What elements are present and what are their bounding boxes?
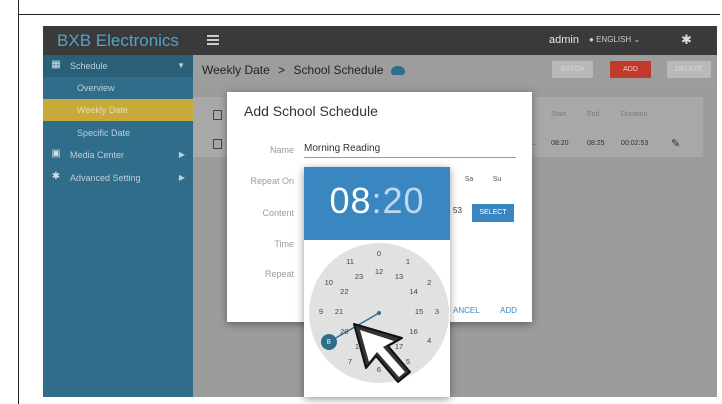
frame-edge-left (0, 0, 19, 404)
row-checkbox[interactable] (213, 139, 222, 149)
time-label: Time (274, 239, 294, 249)
clock-number-inner[interactable]: 20 (336, 327, 352, 339)
select-button[interactable]: SELECT (472, 204, 514, 222)
sidebar-item-schedule[interactable]: ▦ Schedule ▼ (43, 55, 193, 77)
batch-button[interactable]: BATCH (552, 61, 593, 78)
sidebar-item-label: Media Center (70, 150, 125, 160)
chevron-right-icon: ▶ (178, 173, 185, 182)
sidebar-item-specific-date[interactable]: Specific Date (43, 122, 193, 144)
breadcrumb-parent[interactable]: Weekly Date (202, 63, 270, 77)
content-value: 53 (453, 206, 462, 215)
clock-number-outer[interactable]: 2 (421, 278, 437, 290)
sidebar-item-label: Weekly Date (77, 105, 128, 115)
clock-number-inner[interactable]: 22 (336, 287, 352, 299)
clock-number-outer[interactable]: 8 (320, 334, 337, 350)
sidebar-item-label: Schedule (70, 61, 108, 71)
repeat-on-label: Repeat On (250, 176, 294, 186)
menu-icon[interactable] (207, 35, 219, 45)
top-bar: admin ● ENGLISH ⌄ ✱ (193, 26, 717, 55)
frame-edge-top (18, 14, 720, 15)
clock-number-inner[interactable]: 12 (371, 267, 387, 279)
brand-logo: BXB Electronics (43, 26, 193, 55)
clock-number-inner[interactable]: 14 (406, 287, 422, 299)
chevron-down-icon: ⌄ (633, 35, 641, 44)
sidebar-item-media-center[interactable]: ▣ Media Center ▶ (43, 144, 193, 166)
cell-ellipsis: .. (532, 140, 536, 147)
sidebar-item-overview[interactable]: Overview (43, 77, 193, 99)
edit-pencil-icon[interactable]: ✎ (671, 137, 680, 150)
clock-number-outer[interactable]: 11 (342, 257, 358, 269)
breadcrumb-bar: Weekly Date > School Schedule BATCH ADD … (193, 55, 717, 85)
language-selector[interactable]: ● ENGLISH ⌄ (589, 35, 640, 44)
clock-number-outer[interactable]: 9 (313, 307, 329, 319)
time-picker-header: 08:20 (304, 167, 450, 240)
clock-number-outer[interactable]: 1 (400, 257, 416, 269)
sidebar-item-label: Specific Date (77, 128, 131, 138)
time-separator: : (371, 180, 383, 221)
sidebar-item-label: Overview (77, 83, 115, 93)
repeat-label: Repeat (264, 269, 294, 279)
name-input[interactable]: Morning Reading (304, 143, 380, 154)
content-label: Content (262, 208, 294, 218)
minute-display[interactable]: 20 (383, 180, 425, 221)
column-header-duration: Duration (621, 111, 648, 118)
delete-button[interactable]: DELETE (667, 61, 711, 78)
dialog-title: Add School Schedule (244, 103, 378, 119)
time-display: 08:20 (304, 180, 450, 222)
dialog-add-button[interactable]: ADD (500, 306, 517, 315)
name-label: Name (269, 145, 294, 155)
chevron-right-icon: ▶ (178, 150, 185, 159)
language-label: ENGLISH (596, 35, 632, 44)
sidebar-item-advanced-setting[interactable]: ✱ Advanced Setting ▶ (43, 167, 193, 189)
cloud-icon (390, 66, 405, 76)
sidebar: BXB Electronics ▦ Schedule ▼ Overview We… (43, 26, 193, 397)
globe-icon: ● (589, 35, 594, 44)
clock-number-outer[interactable]: 10 (321, 278, 337, 290)
breadcrumb-current: School Schedule (293, 63, 384, 77)
mouse-pointer-icon (353, 323, 411, 383)
day-toggle-sa[interactable]: Sa (461, 172, 477, 188)
select-all-checkbox[interactable] (213, 110, 222, 120)
clock-number-outer[interactable]: 0 (371, 249, 387, 261)
breadcrumb-separator: > (278, 63, 286, 77)
day-toggle-su[interactable]: Su (489, 172, 505, 188)
cancel-button[interactable]: ANCEL (453, 306, 480, 315)
cell-start: 08:20 (551, 140, 569, 147)
name-input-underline (304, 157, 516, 158)
column-header-end: End (587, 111, 600, 118)
gear-icon: ✱ (51, 171, 61, 182)
cell-end: 08:25 (587, 140, 605, 147)
media-icon: ▣ (51, 148, 61, 159)
sidebar-item-weekly-date[interactable]: Weekly Date (43, 99, 193, 121)
clock-number-inner[interactable]: 13 (391, 272, 407, 284)
clock-number-outer[interactable]: 3 (429, 307, 445, 319)
hour-display[interactable]: 08 (329, 180, 371, 221)
clock-number-inner[interactable]: 23 (351, 272, 367, 284)
add-button[interactable]: ADD (610, 61, 651, 78)
caret-down-icon: ▼ (177, 61, 185, 70)
column-header-start: Start (551, 111, 566, 118)
clock-number-inner[interactable]: 15 (411, 307, 427, 319)
calendar-icon: ▦ (51, 59, 61, 70)
breadcrumb: Weekly Date > School Schedule (202, 63, 405, 77)
cell-duration: 00:02:53 (621, 140, 649, 147)
user-name[interactable]: admin (549, 34, 579, 46)
clock-number-inner[interactable]: 21 (331, 307, 347, 319)
sidebar-item-label: Advanced Setting (70, 173, 141, 183)
settings-gear-icon[interactable]: ✱ (681, 32, 692, 48)
